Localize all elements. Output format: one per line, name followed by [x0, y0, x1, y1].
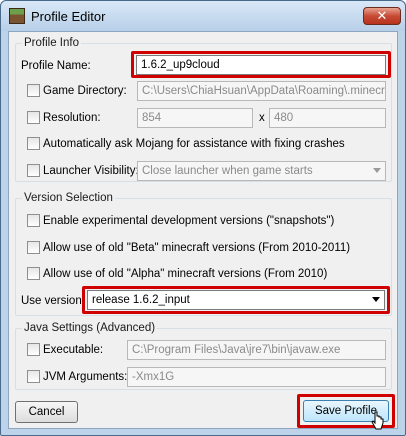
resolution-label: Resolution:	[43, 112, 101, 124]
cancel-button[interactable]: Cancel	[15, 401, 78, 423]
java-settings-label: Java Settings (Advanced)	[22, 321, 158, 335]
profile-name-input[interactable]: 1.6.2_up9cloud	[136, 55, 386, 75]
executable-checkbox[interactable]	[27, 343, 40, 356]
game-directory-input[interactable]: C:\Users\ChiaHsuan\AppData\Roaming\.mine…	[137, 81, 386, 101]
jvm-arguments-label: JVM Arguments:	[43, 371, 128, 383]
profile-info-label: Profile Info	[22, 36, 81, 50]
resolution-x-label: x	[259, 112, 265, 124]
dialog-body: Profile Info Profile Name: 1.6.2_up9clou…	[8, 31, 398, 429]
beta-versions-checkbox[interactable]	[27, 241, 40, 254]
chevron-down-icon	[372, 297, 380, 302]
resolution-width-input[interactable]: 854	[137, 108, 253, 128]
game-directory-checkbox[interactable]	[27, 84, 40, 97]
alpha-versions-checkbox[interactable]	[27, 267, 40, 280]
beta-versions-label: Allow use of old "Beta" minecraft versio…	[43, 242, 351, 254]
resolution-checkbox[interactable]	[27, 111, 40, 124]
auto-ask-mojang-checkbox[interactable]	[27, 137, 40, 150]
profile-editor-window: Profile Editor ✕ Profile Info Profile Na…	[0, 0, 406, 436]
jvm-arguments-input[interactable]: -Xmx1G	[127, 367, 386, 387]
use-version-label: Use version:	[21, 295, 85, 307]
mouse-pointer-icon	[371, 411, 384, 430]
title-bar[interactable]: Profile Editor ✕	[1, 1, 405, 31]
executable-label: Executable:	[43, 344, 104, 356]
snapshots-checkbox[interactable]	[27, 214, 40, 227]
use-version-value: release 1.6.2_input	[92, 294, 190, 306]
game-directory-label: Game Directory:	[43, 85, 127, 97]
executable-input[interactable]: C:\Program Files\Java\jre7\bin\javaw.exe	[127, 340, 386, 360]
chevron-down-icon	[373, 168, 381, 173]
jvm-arguments-checkbox[interactable]	[27, 370, 40, 383]
profile-name-label: Profile Name:	[21, 60, 91, 72]
version-selection-label: Version Selection	[22, 191, 115, 205]
launcher-visibility-select[interactable]: Close launcher when game starts	[137, 161, 386, 181]
auto-ask-mojang-label: Automatically ask Mojang for assistance …	[43, 138, 345, 150]
snapshots-label: Enable experimental development versions…	[43, 215, 335, 227]
launcher-visibility-value: Close launcher when game starts	[142, 165, 313, 177]
use-version-select[interactable]: release 1.6.2_input	[87, 290, 385, 310]
minecraft-grass-icon	[9, 8, 25, 24]
close-button[interactable]: ✕	[363, 7, 401, 25]
launcher-visibility-label: Launcher Visibility:	[43, 165, 139, 177]
window-title: Profile Editor	[31, 9, 106, 24]
alpha-versions-label: Allow use of old "Alpha" minecraft versi…	[43, 268, 328, 280]
resolution-height-input[interactable]: 480	[269, 108, 386, 128]
launcher-visibility-checkbox[interactable]	[27, 164, 40, 177]
